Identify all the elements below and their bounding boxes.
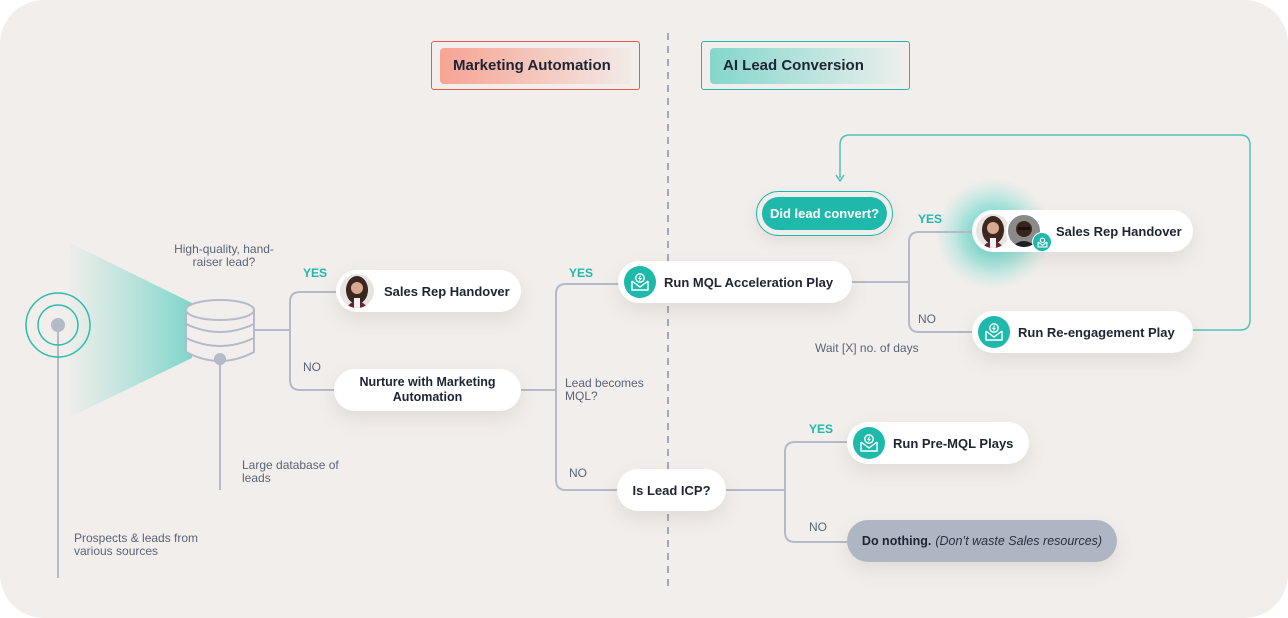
pre-mql-plays-node[interactable]: Run Pre-MQL Plays [847,422,1029,464]
ai-lead-conversion-header: AI Lead Conversion [701,41,910,90]
node-label: Run MQL Acceleration Play [664,274,834,290]
marketing-automation-header: Marketing Automation [431,41,640,90]
branch-high-quality [255,291,340,391]
mql-acceleration-play-node[interactable]: Run MQL Acceleration Play [618,261,852,303]
node-label: Nurture with Marketing Automation [359,375,496,404]
person-avatar [340,274,374,308]
reengagement-play-node[interactable]: Run Re-engagement Play [972,311,1193,353]
lead-funnel-beam [70,243,192,417]
node-label: Run Pre-MQL Plays [893,435,1014,451]
marketing-automation-title: Marketing Automation [440,47,631,84]
high-quality-question: High-quality, hand-raiser lead? [174,242,274,269]
yes-label: YES [809,422,834,436]
sources-label: Prospects & leads from various sources [74,531,199,558]
node-label: Sales Rep Handover [384,283,510,299]
no-label: NO [303,360,321,374]
no-label: NO [918,312,936,326]
node-label: Run Re-engagement Play [1018,324,1175,340]
no-label: NO [569,466,587,480]
ai-lead-conversion-title: AI Lead Conversion [710,47,901,84]
node-label-bold: Do nothing. [861,534,932,548]
yes-label: YES [569,266,594,280]
person-avatar [976,214,1010,248]
envelope-lightning-icon [624,266,656,298]
no-label: NO [809,520,827,534]
sales-rep-handover-node[interactable]: Sales Rep Handover [336,270,521,312]
yes-label: YES [918,212,943,226]
envelope-lightning-icon [978,316,1010,348]
node-label: Did lead convert? [762,197,887,230]
node-label: Sales Rep Handover [1056,223,1182,239]
database-label: Large database of leads [242,458,339,485]
database-icon [185,299,255,365]
envelope-lightning-icon [853,427,885,459]
becomes-mql-question: Lead becomes MQL? [565,376,644,403]
yes-label: YES [303,266,328,280]
branch-icp [725,441,850,543]
is-lead-icp-node[interactable]: Is Lead ICP? [617,469,726,511]
node-label: Is Lead ICP? [632,482,711,498]
nurture-node[interactable]: Nurture with Marketing Automation [334,369,521,411]
did-lead-convert-node[interactable]: Did lead convert? [756,191,893,236]
do-nothing-node[interactable]: Do nothing. (Don’t waste Sales resources… [847,520,1117,562]
envelope-lightning-icon [1032,232,1052,252]
sales-rep-handover-ai-node[interactable]: Sales Rep Handover [972,210,1193,252]
node-label-note: (Don’t waste Sales resources) [935,534,1103,548]
wait-days-label: Wait [X] no. of days [815,341,919,355]
diagram-canvas: Marketing Automation AI Lead Conversion … [0,0,1288,618]
